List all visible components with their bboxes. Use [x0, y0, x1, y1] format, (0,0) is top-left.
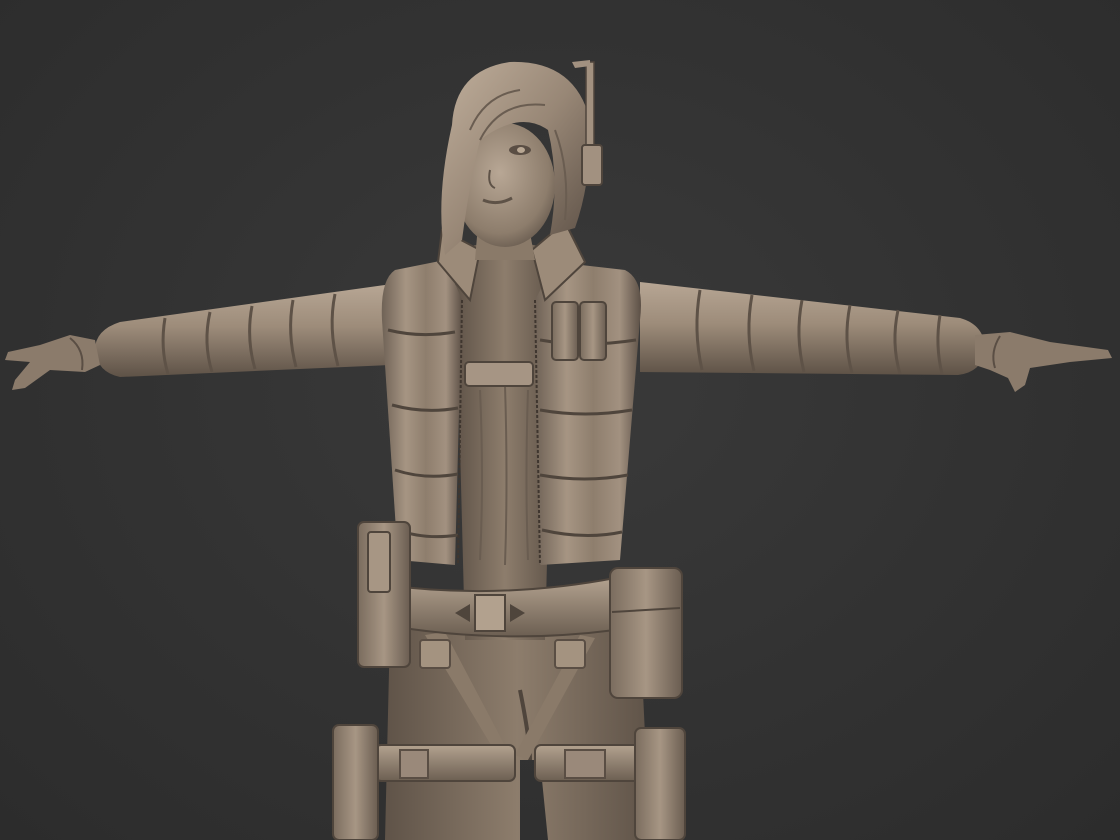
viewport-canvas — [0, 0, 1120, 840]
head — [441, 60, 603, 255]
right-arm — [640, 282, 1112, 392]
left-arm — [5, 285, 390, 390]
sculpt-figure — [5, 60, 1112, 840]
